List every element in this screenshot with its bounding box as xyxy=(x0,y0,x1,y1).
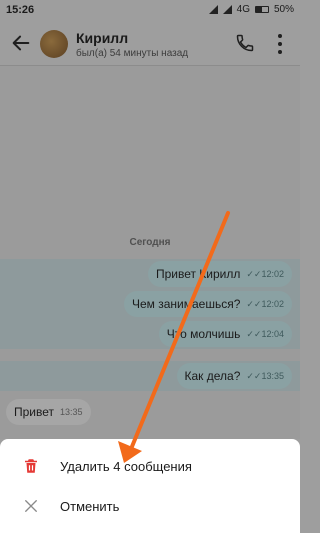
message-time: 13:35 xyxy=(60,407,83,417)
status-bar: 15:26 4G 50% xyxy=(0,0,300,22)
battery-level: 50% xyxy=(273,4,294,15)
signal-icon xyxy=(208,5,218,14)
message-text: Что молчишь xyxy=(166,327,241,341)
avatar[interactable] xyxy=(40,30,68,58)
battery-icon xyxy=(254,6,269,13)
date-separator: Сегодня xyxy=(129,237,171,248)
read-status-icon: ✓✓ xyxy=(246,370,262,381)
message-time: 13:35 xyxy=(261,370,284,381)
chat-header: Кирилл был(а) 54 минуты назад xyxy=(0,22,300,66)
message-row-selected[interactable]: Как дела? ✓✓13:35 xyxy=(0,361,300,391)
trash-icon xyxy=(25,459,37,473)
status-indicators: 4G 50% xyxy=(208,4,294,15)
more-menu-icon[interactable] xyxy=(270,34,290,54)
message-row-selected[interactable]: Чем занимаешься? ✓✓12:02 xyxy=(0,289,300,319)
message-text: Привет Кирилл xyxy=(155,267,241,281)
message-meta: ✓✓12:02 xyxy=(246,299,284,310)
message-meta: ✓✓12:02 xyxy=(246,269,284,280)
message-meta: ✓✓13:35 xyxy=(246,371,284,382)
message-meta: ✓✓12:04 xyxy=(246,329,284,340)
message-row-selected[interactable]: Привет Кирилл ✓✓12:02 xyxy=(0,259,300,289)
message-bubble-outgoing[interactable]: Привет Кирилл ✓✓12:02 xyxy=(147,261,292,287)
network-type: 4G xyxy=(236,4,250,15)
message-row-selected[interactable]: Что молчишь ✓✓12:04 xyxy=(0,319,300,349)
cancel-button[interactable]: Отменить xyxy=(0,487,300,527)
signal-icon-2 xyxy=(222,5,232,14)
message-bubble-outgoing[interactable]: Как дела? ✓✓13:35 xyxy=(176,363,292,389)
close-icon xyxy=(25,500,37,512)
message-time: 12:02 xyxy=(261,268,284,279)
last-seen-status: был(а) 54 минуты назад xyxy=(76,48,189,59)
message-bubble-outgoing[interactable]: Чем занимаешься? ✓✓12:02 xyxy=(123,291,292,317)
message-text: Как дела? xyxy=(184,369,241,383)
message-bubble-incoming[interactable]: Привет 13:35 xyxy=(6,399,91,425)
message-time: 12:04 xyxy=(261,328,284,339)
message-time: 12:02 xyxy=(261,298,284,309)
cancel-label: Отменить xyxy=(60,499,120,514)
message-list[interactable]: Сегодня Привет Кирилл ✓✓12:02 Чем занима… xyxy=(0,66,300,439)
phone-icon[interactable] xyxy=(235,33,255,53)
read-status-icon: ✓✓ xyxy=(246,268,262,279)
message-bubble-outgoing[interactable]: Что молчишь ✓✓12:04 xyxy=(158,321,292,347)
action-sheet: Удалить 4 сообщения Отменить xyxy=(0,439,300,533)
delete-messages-button[interactable]: Удалить 4 сообщения xyxy=(0,447,300,487)
read-status-icon: ✓✓ xyxy=(246,328,262,339)
status-time: 15:26 xyxy=(6,4,35,16)
delete-label: Удалить 4 сообщения xyxy=(60,459,192,474)
read-status-icon: ✓✓ xyxy=(246,298,262,309)
back-arrow-icon[interactable] xyxy=(10,32,32,54)
message-text: Привет xyxy=(14,405,55,419)
message-text: Чем занимаешься? xyxy=(131,297,241,311)
contact-name[interactable]: Кирилл xyxy=(76,30,128,46)
